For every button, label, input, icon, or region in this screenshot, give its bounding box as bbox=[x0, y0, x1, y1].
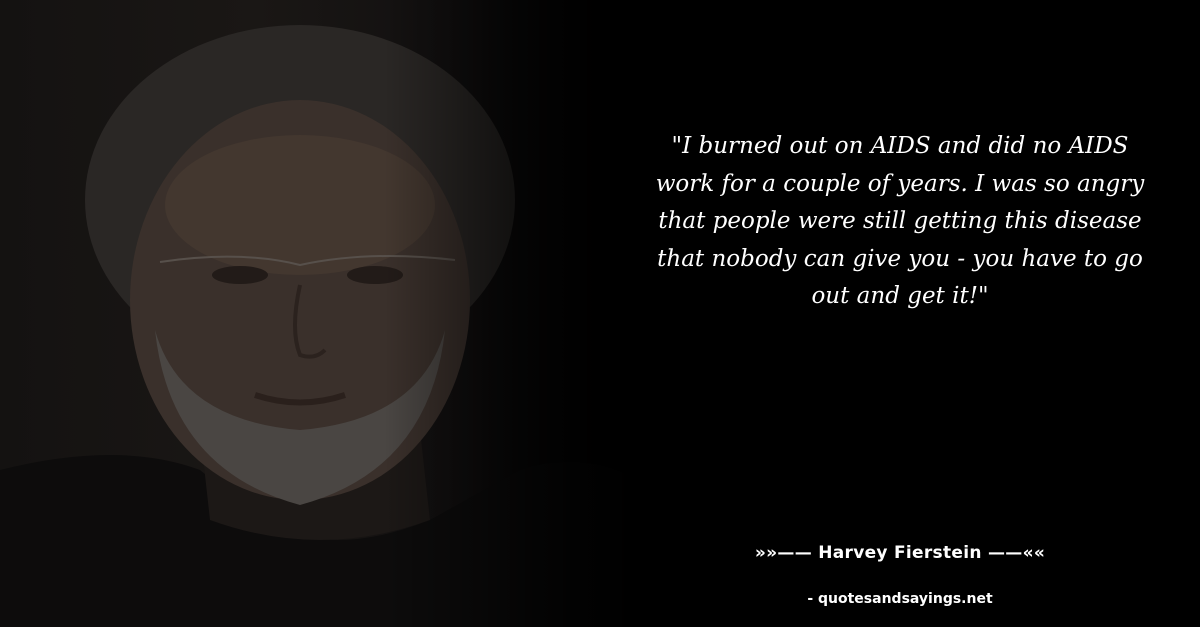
source-credit: - quotesandsayings.net bbox=[807, 591, 993, 607]
quote-text: "I burned out on AIDS and did no AIDS wo… bbox=[655, 133, 1145, 309]
portrait-fade-overlay bbox=[0, 0, 640, 627]
quote-card: "I burned out on AIDS and did no AIDS wo… bbox=[0, 0, 1200, 627]
author-name: »»—— Harvey Fierstein ——«« bbox=[754, 543, 1046, 563]
author-portrait bbox=[0, 0, 640, 627]
